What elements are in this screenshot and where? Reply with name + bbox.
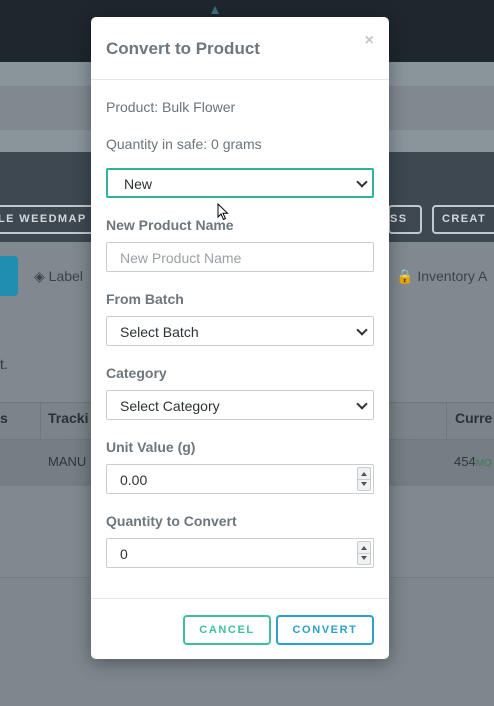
new-product-name-label: New Product Name [106,217,234,233]
lock-icon: 🔒 [396,268,414,284]
chevron-down-icon [356,324,368,336]
nav-caret-icon [211,6,219,14]
new-product-name-placeholder: New Product Name [120,250,242,266]
quantity-info: Quantity in safe: 0 grams [106,136,262,152]
quantity-to-convert-input[interactable]: 0 [106,538,374,568]
convert-to-product-modal: Convert to Product × Product: Bulk Flowe… [91,17,389,659]
table-cell-tracking: MANU [48,454,87,469]
active-tab-button[interactable] [0,256,18,296]
unit-value-label: Unit Value (g) [106,439,196,455]
unit-value-value: 0.00 [120,472,148,488]
tab-labels[interactable]: ◈ Label [34,268,83,285]
convert-button[interactable]: CONVERT [276,615,374,645]
new-product-name-input[interactable]: New Product Name [106,242,374,272]
modal-title: Convert to Product [106,39,260,58]
chevron-down-icon [356,176,368,188]
page-text: t. [0,356,8,372]
category-value: Select Category [120,398,220,414]
table-header-current: Curre [455,410,493,426]
mouse-cursor-icon [217,203,229,221]
create-button[interactable]: CREAT [432,205,494,234]
from-batch-value: Select Batch [120,324,199,340]
unit-value-stepper[interactable] [357,467,371,491]
category-select[interactable]: Select Category [106,390,374,420]
table-header-cell: s [0,410,8,426]
quantity-to-convert-label: Quantity to Convert [106,513,237,529]
tag-icon: ◈ [34,268,45,284]
table-cell-current: 454MO [454,454,492,469]
mode-select-value: New [124,176,153,192]
modal-header: Convert to Product × [91,17,389,80]
close-icon[interactable]: × [365,32,374,50]
cancel-button[interactable]: CANCEL [183,615,271,645]
category-label: Category [106,365,167,381]
from-batch-label: From Batch [106,291,184,307]
weedmaps-button[interactable]: LE WEEDMAP [0,205,102,234]
table-header-tracking: Tracki [48,410,89,426]
toolbar-button[interactable]: SS [388,205,422,234]
chevron-down-icon [356,398,368,410]
quantity-to-convert-value: 0 [120,546,128,562]
tab-inventory[interactable]: 🔒 Inventory A [396,268,487,285]
unit-value-input[interactable]: 0.00 [106,464,374,494]
product-info: Product: Bulk Flower [106,99,236,115]
mode-select[interactable]: New [106,168,374,198]
quantity-stepper[interactable] [357,541,371,565]
from-batch-select[interactable]: Select Batch [106,316,374,346]
modal-footer: CANCEL CONVERT [91,598,389,659]
